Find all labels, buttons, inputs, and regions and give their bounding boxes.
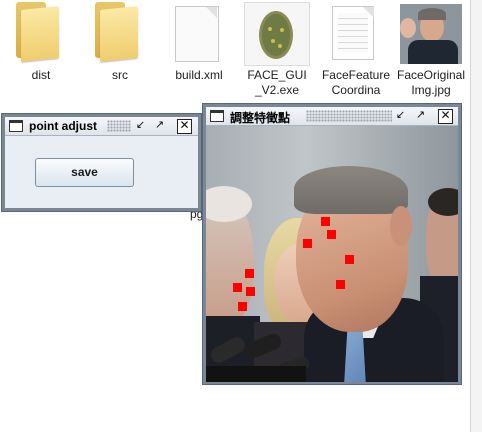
point-adjust-window: point adjust ↙ ↗ ✕ save <box>2 114 201 211</box>
window-icon <box>9 120 23 132</box>
title-grip <box>306 110 392 122</box>
image-thumbnail <box>400 4 462 64</box>
window-title: 調整特徵點 <box>230 111 291 125</box>
feature-point-window: 調整特徵點 ↙ ↗ ✕ <box>203 104 461 384</box>
feature-point[interactable] <box>345 255 354 264</box>
title-grip <box>107 120 131 132</box>
file-label: dist <box>31 68 51 82</box>
feature-point[interactable] <box>303 239 312 248</box>
face-app-icon <box>244 2 310 66</box>
feature-point[interactable] <box>233 283 242 292</box>
file-label: FaceFeatureCoordina <box>321 68 391 97</box>
file-build-xml[interactable]: build.xml <box>160 0 238 90</box>
close-icon[interactable]: ✕ <box>438 109 453 124</box>
file-label: src <box>112 68 128 82</box>
face-photo <box>206 126 458 382</box>
title-bar[interactable]: 調整特徵點 ↙ ↗ ✕ <box>206 107 458 126</box>
minimize-icon[interactable]: ↙ <box>134 119 147 132</box>
feature-point[interactable] <box>336 280 345 289</box>
file-label: build.xml <box>175 68 223 82</box>
folder-src[interactable]: src <box>81 0 159 90</box>
close-icon[interactable]: ✕ <box>177 119 192 134</box>
file-face-gui-exe[interactable]: FACE_GUI_V2.exe <box>238 0 316 100</box>
minimize-icon[interactable]: ↙ <box>394 109 407 122</box>
text-document-icon <box>332 6 376 62</box>
feature-point[interactable] <box>245 269 254 278</box>
file-face-original-img[interactable]: FaceOriginalImg.jpg <box>396 0 474 100</box>
title-bar[interactable]: point adjust ↙ ↗ ✕ <box>5 117 198 136</box>
save-button[interactable]: save <box>35 158 134 187</box>
folder-icon <box>95 2 141 62</box>
folder-icon <box>16 2 62 62</box>
feature-point[interactable] <box>327 230 336 239</box>
folder-dist[interactable]: dist <box>2 0 80 90</box>
document-icon <box>175 6 219 62</box>
window-icon <box>210 110 224 122</box>
file-label: FACE_GUI_V2.exe <box>247 68 307 97</box>
maximize-icon[interactable]: ↗ <box>414 109 427 122</box>
feature-point[interactable] <box>246 287 255 296</box>
file-feature-coordinates[interactable]: FaceFeatureCoordina <box>317 0 395 100</box>
window-title: point adjust <box>29 119 97 133</box>
maximize-icon[interactable]: ↗ <box>153 119 166 132</box>
file-label: FaceOriginalImg.jpg <box>396 68 466 97</box>
feature-point[interactable] <box>321 217 330 226</box>
feature-point[interactable] <box>238 302 247 311</box>
